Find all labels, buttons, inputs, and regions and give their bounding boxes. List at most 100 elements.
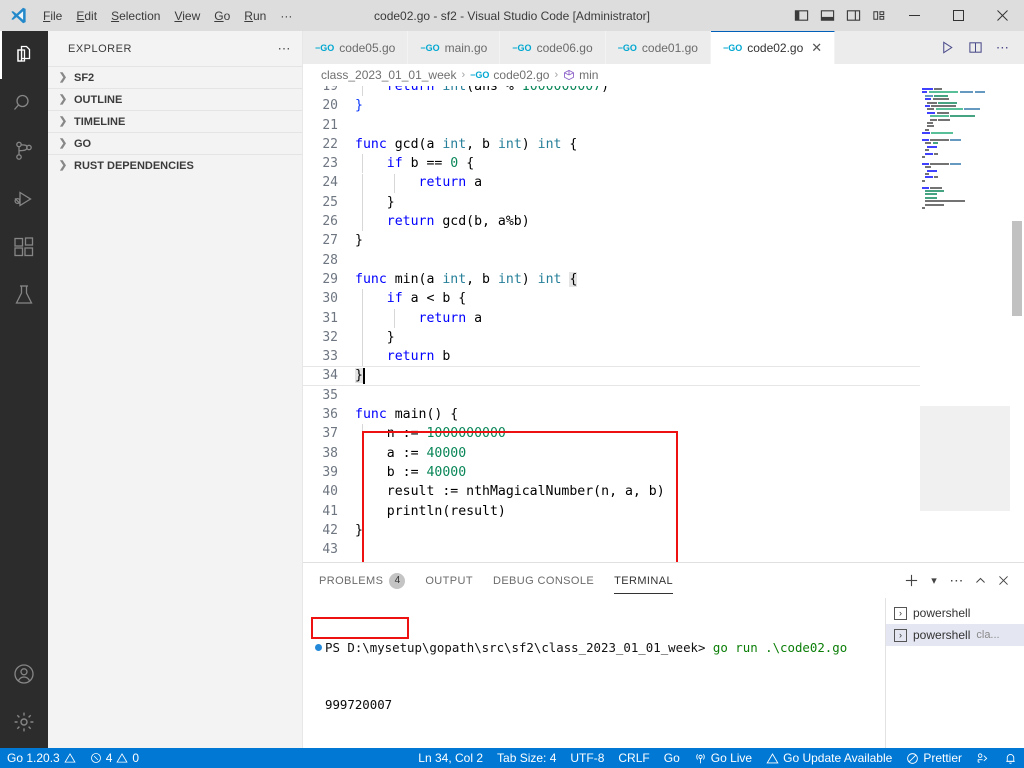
indent-guide bbox=[362, 154, 363, 174]
status-go-update[interactable]: Go Update Available bbox=[759, 748, 899, 768]
menu-view[interactable]: View bbox=[167, 6, 207, 26]
files-icon bbox=[12, 43, 36, 67]
activity-item-extensions[interactable] bbox=[0, 223, 48, 271]
code-line: 21 bbox=[303, 116, 963, 135]
line-number: 31 bbox=[322, 310, 338, 326]
minimap-line bbox=[920, 136, 1010, 138]
minimap[interactable] bbox=[920, 86, 1010, 562]
status-prettier[interactable]: Prettier bbox=[899, 748, 969, 768]
chevron-up-icon[interactable] bbox=[969, 566, 991, 596]
status-problems[interactable]: 4 0 bbox=[83, 748, 146, 768]
minimize-icon[interactable] bbox=[892, 0, 936, 31]
breadcrumb-item-folder[interactable]: class_2023_01_01_week bbox=[321, 68, 456, 82]
menu-file[interactable]: File bbox=[36, 6, 69, 26]
close-icon[interactable] bbox=[980, 0, 1024, 31]
editor-tab-code01-go[interactable]: −GO code01.go bbox=[605, 31, 711, 64]
status-language-mode[interactable]: Go bbox=[657, 748, 687, 768]
new-terminal-button[interactable] bbox=[900, 566, 922, 596]
chevron-down-icon[interactable]: ▾ bbox=[923, 566, 945, 596]
status-go-live[interactable]: Go Live bbox=[687, 748, 759, 768]
breadcrumb-item-symbol[interactable]: min bbox=[563, 68, 598, 82]
status-go-version[interactable]: Go 1.20.3 bbox=[0, 748, 83, 768]
tab-output[interactable]: OUTPUT bbox=[425, 563, 473, 598]
tab-problems[interactable]: PROBLEMS 4 bbox=[319, 563, 406, 598]
activity-item-manage-settings[interactable] bbox=[0, 698, 48, 746]
chevron-right-icon: ❯ bbox=[58, 72, 68, 83]
sidebar-section-go[interactable]: ❯ GO bbox=[48, 132, 302, 154]
tab-terminal[interactable]: TERMINAL bbox=[614, 563, 673, 598]
sidebar-section-outline[interactable]: ❯ OUTLINE bbox=[48, 88, 302, 110]
code-line: 37 n := 1000000000 bbox=[303, 424, 963, 443]
status-bar: Go 1.20.3 4 0 Ln 34, Col 2 Tab Size: 4 U… bbox=[0, 748, 1024, 768]
sidebar-section-rust-dependencies[interactable]: ❯ RUST DEPENDENCIES bbox=[48, 154, 302, 176]
editor-tab-main-go[interactable]: −GO main.go bbox=[408, 31, 501, 64]
line-number: 29 bbox=[322, 271, 338, 287]
indent-guide bbox=[362, 289, 363, 309]
menu-edit[interactable]: Edit bbox=[69, 6, 104, 26]
sidebar-section-sf2[interactable]: ❯ SF2 bbox=[48, 66, 302, 88]
minimap-line bbox=[920, 149, 1010, 152]
maximize-icon[interactable] bbox=[936, 0, 980, 31]
text-cursor bbox=[362, 368, 365, 385]
indent-guide bbox=[362, 173, 363, 193]
terminal-line: PS D:\mysetup\gopath\src\sf2\class_2023_… bbox=[311, 638, 873, 657]
split-editor-icon[interactable] bbox=[962, 31, 988, 64]
customize-layout-icon[interactable] bbox=[866, 0, 892, 31]
status-remote-window[interactable] bbox=[969, 748, 997, 768]
minimap-line bbox=[920, 128, 1010, 131]
code-editor[interactable]: 19 return int(ans % 1000000007) 20} 21 22 fu… bbox=[303, 86, 1024, 562]
activity-item-run-and-debug[interactable] bbox=[0, 175, 48, 223]
activity-item-source-control[interactable] bbox=[0, 127, 48, 175]
status-eol[interactable]: CRLF bbox=[611, 748, 656, 768]
menu-run[interactable]: Run bbox=[237, 6, 273, 26]
line-number: 23 bbox=[322, 156, 338, 172]
status-indentation[interactable]: Tab Size: 4 bbox=[490, 748, 563, 768]
close-icon[interactable]: ✕ bbox=[811, 40, 822, 56]
terminal-output-highlight-box bbox=[311, 617, 409, 639]
toggle-secondary-sidebar-icon[interactable] bbox=[840, 0, 866, 31]
editor-tab-code05-go[interactable]: −GO code05.go bbox=[303, 31, 409, 64]
editor-scrollbar[interactable] bbox=[1010, 86, 1024, 562]
terminal-list-item[interactable]: › powershell cla... bbox=[886, 624, 1024, 646]
panel-more-actions-icon[interactable]: ⋯ bbox=[946, 566, 968, 596]
status-encoding[interactable]: UTF-8 bbox=[563, 748, 611, 768]
more-actions-icon[interactable]: ⋯ bbox=[278, 41, 293, 57]
line-number: 40 bbox=[322, 484, 338, 500]
code-line: 30 if a < b { bbox=[303, 289, 963, 308]
code-line-text: func min(a int, b int) int { bbox=[355, 271, 578, 287]
menu-selection[interactable]: Selection bbox=[104, 6, 167, 26]
menu-go[interactable]: Go bbox=[207, 6, 237, 26]
indent-guide bbox=[362, 482, 363, 502]
indent-guide bbox=[362, 192, 363, 213]
run-go-file-button[interactable] bbox=[934, 31, 960, 64]
status-editor-position[interactable]: Ln 34, Col 2 bbox=[411, 748, 490, 768]
gear-icon bbox=[12, 710, 36, 734]
terminal-list-item[interactable]: › powershell bbox=[886, 602, 1024, 624]
menu-more[interactable]: ··· bbox=[273, 6, 299, 26]
editor-tab-code02-go[interactable]: −GO code02.go ✕ bbox=[710, 31, 836, 64]
activity-item-testing[interactable] bbox=[0, 271, 48, 319]
tab-debug-console[interactable]: DEBUG CONSOLE bbox=[493, 563, 594, 598]
breadcrumb-item-file[interactable]: −GO code02.go bbox=[470, 68, 549, 82]
sidebar-section-label: GO bbox=[74, 137, 92, 150]
sidebar-header: EXPLORER ⋯ bbox=[48, 31, 302, 66]
editor-scrollbar-thumb[interactable] bbox=[1012, 221, 1022, 316]
minimap-line bbox=[920, 159, 1010, 161]
close-panel-icon[interactable] bbox=[992, 566, 1014, 596]
activity-item-explorer[interactable] bbox=[0, 31, 48, 79]
terminal-output[interactable]: PS D:\mysetup\gopath\src\sf2\class_2023_… bbox=[303, 598, 873, 768]
more-editor-actions-icon[interactable]: ⋯ bbox=[990, 31, 1016, 64]
editor-tab-code06-go[interactable]: −GO code06.go bbox=[500, 31, 606, 64]
code-line-text: n := 1000000000 bbox=[355, 426, 506, 442]
minimap-line bbox=[920, 183, 1010, 185]
status-notifications[interactable] bbox=[997, 748, 1024, 768]
minimap-line bbox=[920, 139, 1010, 141]
toggle-primary-sidebar-icon[interactable] bbox=[788, 0, 814, 31]
sidebar-section-timeline[interactable]: ❯ TIMELINE bbox=[48, 110, 302, 132]
toggle-panel-icon[interactable] bbox=[814, 0, 840, 31]
extensions-icon bbox=[12, 235, 36, 259]
activity-item-accounts[interactable] bbox=[0, 650, 48, 698]
activity-item-search[interactable] bbox=[0, 79, 48, 127]
minimap-slider[interactable] bbox=[920, 406, 1010, 511]
minimap-line bbox=[920, 169, 1010, 172]
